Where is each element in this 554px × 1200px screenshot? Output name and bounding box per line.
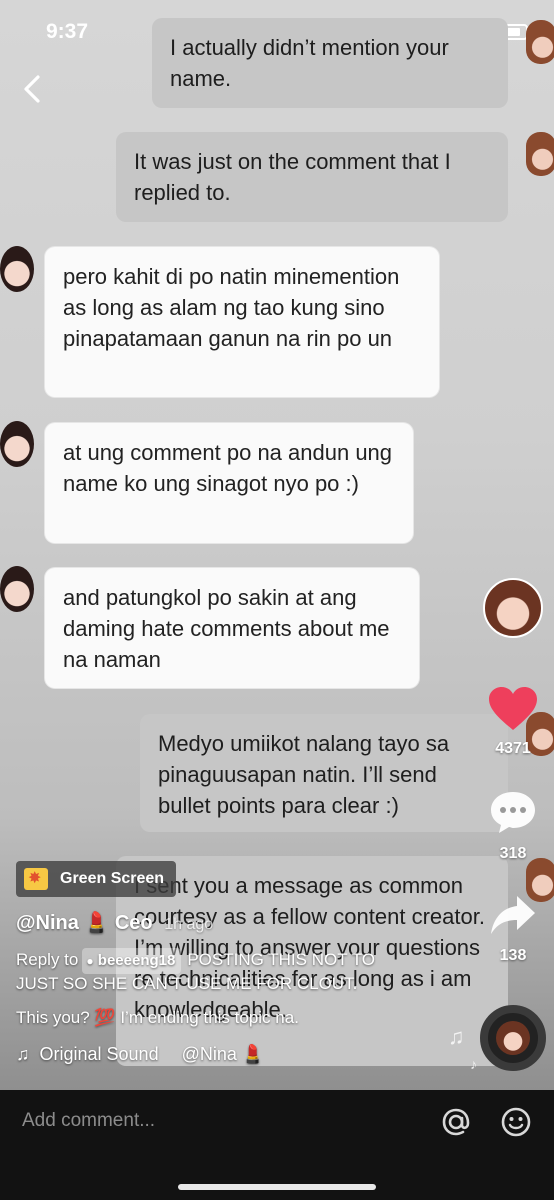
home-indicator[interactable] (178, 1184, 376, 1190)
add-comment-input[interactable]: Add comment... (22, 1110, 155, 1132)
message-bubble-outgoing: I actually didn’t mention your name. (152, 18, 508, 108)
status-time: 9:37 (46, 20, 89, 43)
share-count: 138 (499, 947, 527, 964)
sound-cover-image (496, 1021, 530, 1055)
effect-tag[interactable]: Green Screen (16, 861, 177, 897)
sound-author: @Nina 💄 (181, 1044, 265, 1064)
caption-line-3: This you? 💯 I’m ending this topic na. (16, 1008, 299, 1027)
avatar (526, 20, 554, 64)
message-bubble-outgoing: It was just on the comment that I replie… (116, 132, 508, 222)
music-note-icon: ♪ (470, 1056, 477, 1072)
reply-bubble-icon: ● (86, 954, 94, 968)
comment-bubble-icon[interactable] (489, 790, 537, 834)
caption: Reply to ● beeeeng18 POSTING THIS NOT TO (16, 947, 375, 974)
caption-line-1: POSTING THIS NOT TO (187, 950, 376, 969)
message-text: I actually didn’t mention your name. (170, 35, 449, 91)
share-arrow-icon[interactable] (489, 894, 537, 936)
comment-count: 318 (499, 845, 527, 862)
creator-avatar[interactable] (483, 578, 543, 638)
avatar (0, 566, 34, 612)
caption-line-2: JUST SO SHE CAN’T USE ME FOR CLOUT. (16, 974, 358, 993)
sound-row[interactable]: ♫ Original Sound @Nina 💄 (16, 1044, 264, 1065)
like-count: 4371 (495, 740, 531, 757)
heart-icon[interactable] (488, 686, 538, 732)
author-name[interactable]: @Nina 💄 Ceo (16, 912, 153, 934)
message-bubble-incoming: at ung comment po na andun ung name ko u… (45, 423, 413, 543)
mention-at-icon[interactable] (440, 1106, 472, 1138)
author-row[interactable]: @Nina 💄 Ceo 1h ago (16, 910, 213, 935)
emoji-icon[interactable] (500, 1106, 532, 1138)
message-text: Medyo umiikot nalang tayo sa pinaguusapa… (158, 731, 450, 818)
reply-prefix: Reply to (16, 950, 79, 969)
music-note-icon: ♫ (16, 1044, 30, 1064)
back-chevron-icon[interactable] (18, 72, 48, 106)
message-bubble-outgoing: Medyo umiikot nalang tayo sa pinaguusapa… (140, 714, 508, 832)
message-text: at ung comment po na andun ung name ko u… (63, 440, 393, 496)
green-screen-effect-icon (24, 868, 48, 890)
reply-user: beeeeng18 (97, 952, 176, 969)
reply-user-chip[interactable]: ● beeeeng18 (82, 948, 182, 974)
music-note-icon: ♫ (448, 1024, 465, 1049)
sound-disc[interactable] (480, 1005, 546, 1071)
message-bubble-incoming: pero kahit di po natin minemention as lo… (45, 247, 439, 397)
sound-title: Original Sound (39, 1044, 159, 1064)
message-text: and patungkol po sakin at ang daming hat… (63, 585, 390, 672)
effect-label: Green Screen (60, 870, 165, 887)
message-text: It was just on the comment that I replie… (134, 149, 451, 205)
avatar (0, 246, 34, 292)
post-time: 1h ago (164, 916, 214, 933)
message-bubble-incoming: and patungkol po sakin at ang daming hat… (45, 568, 419, 688)
avatar (0, 421, 34, 467)
video-player[interactable]: 9:37 I actually didn’t mention your name… (0, 0, 554, 1090)
avatar (526, 132, 554, 176)
message-text: pero kahit di po natin minemention as lo… (63, 264, 400, 351)
